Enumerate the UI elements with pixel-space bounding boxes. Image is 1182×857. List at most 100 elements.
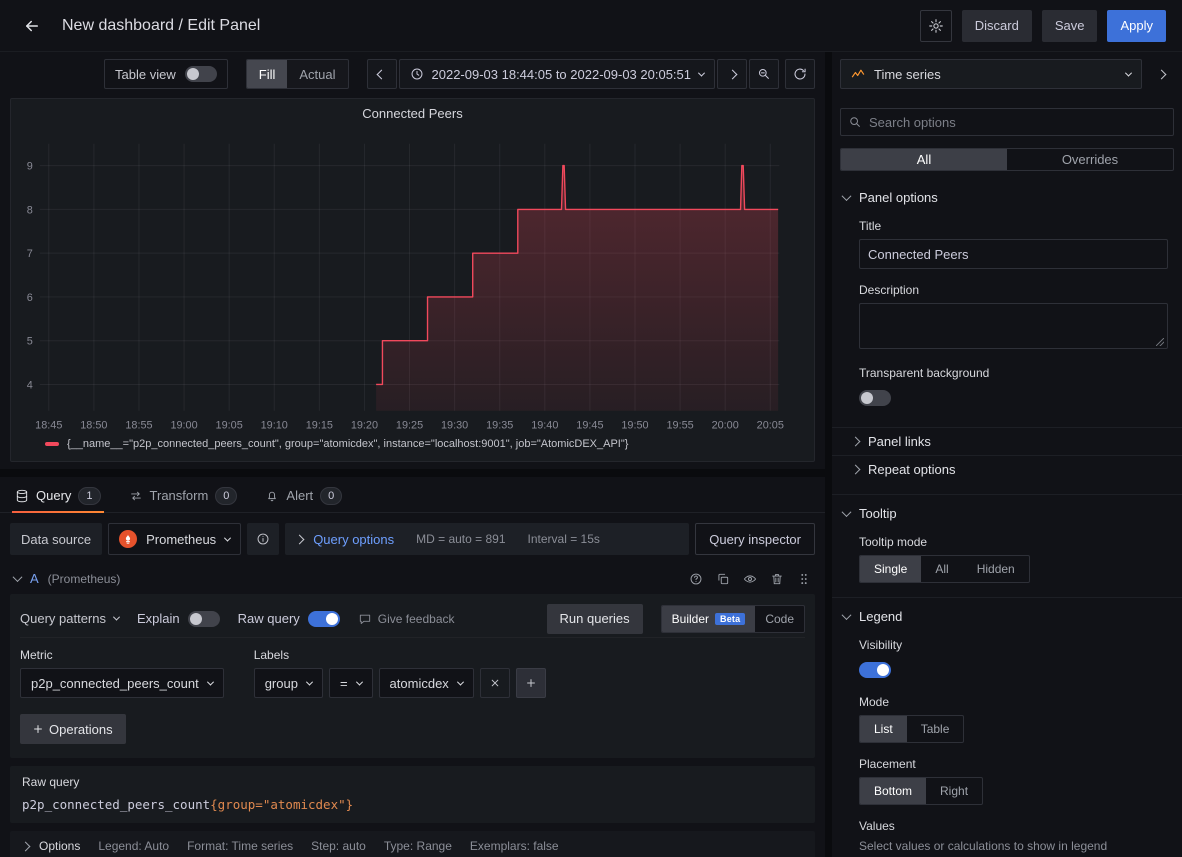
discard-button[interactable]: Discard (962, 10, 1032, 42)
beta-badge: Beta (715, 613, 745, 625)
legend-mode-table[interactable]: Table (907, 716, 964, 742)
data-source-picker[interactable]: Prometheus (108, 523, 241, 555)
apply-button[interactable]: Apply (1107, 10, 1166, 42)
tooltip-mode-hidden[interactable]: Hidden (963, 556, 1029, 582)
add-operations-button[interactable]: Operations (20, 714, 126, 744)
legend-values-label: Values (859, 819, 1168, 833)
query-row-header[interactable]: A (Prometheus) (0, 563, 825, 592)
legend-placement-right[interactable]: Right (926, 778, 982, 804)
panel-links-section-header[interactable]: Panel links (832, 427, 1182, 455)
collapse-options-pane-button[interactable] (1148, 61, 1174, 87)
give-feedback-label: Give feedback (378, 612, 455, 626)
data-source-help-button[interactable] (247, 523, 279, 555)
svg-text:19:55: 19:55 (667, 420, 694, 432)
table-view-toggle[interactable] (185, 66, 217, 82)
tab-alert[interactable]: Alert 0 (262, 479, 345, 512)
builder-option[interactable]: Builder Beta (662, 606, 756, 632)
svg-text:18:55: 18:55 (125, 420, 152, 432)
legend-section-header[interactable]: Legend (832, 603, 1182, 629)
svg-text:19:00: 19:00 (170, 420, 197, 432)
time-shift-back-button[interactable] (367, 59, 397, 89)
panel-resize-handle[interactable] (0, 469, 825, 477)
repeat-options-section-header[interactable]: Repeat options (832, 455, 1182, 483)
tooltip-title: Tooltip (859, 506, 897, 521)
search-icon (848, 115, 862, 129)
help-circle-icon[interactable] (689, 572, 703, 586)
tab-transform-count: 0 (215, 487, 237, 505)
actual-option[interactable]: Actual (287, 60, 347, 88)
visualization-picker[interactable]: Time series (840, 59, 1142, 89)
main-column: Table view Fill Actual 2022-09-03 18:44:… (0, 52, 825, 857)
tab-transform[interactable]: Transform 0 (126, 479, 241, 512)
legend-values-help: Select values or calculations to show in… (859, 839, 1168, 853)
svg-text:6: 6 (27, 292, 33, 304)
time-shift-forward-button[interactable] (717, 59, 747, 89)
clock-icon (410, 67, 424, 81)
metric-label: Metric (20, 648, 224, 662)
options-legend-summary: Legend: Auto (98, 839, 169, 853)
svg-text:18:45: 18:45 (35, 420, 62, 432)
panel-title-input[interactable] (859, 239, 1168, 269)
tooltip-mode-all[interactable]: All (921, 556, 962, 582)
header-actions: Discard Save Apply (920, 10, 1166, 42)
timeseries-chart[interactable]: 45678918:4518:5018:5519:0019:0519:1019:1… (19, 124, 806, 436)
trash-icon[interactable] (770, 572, 784, 586)
refresh-icon (793, 67, 807, 81)
back-button[interactable] (16, 10, 48, 42)
run-queries-button[interactable]: Run queries (547, 604, 643, 634)
tooltip-mode-single[interactable]: Single (860, 556, 921, 582)
tooltip-section-header[interactable]: Tooltip (832, 500, 1182, 526)
label-name-select[interactable]: group (254, 668, 323, 698)
add-label-button[interactable] (516, 668, 546, 698)
label-operator-select[interactable]: = (329, 668, 373, 698)
query-options-expander[interactable]: Query options MD = auto = 891 Interval =… (285, 523, 689, 555)
query-inspector-button[interactable]: Query inspector (695, 523, 815, 555)
chevron-down-icon (224, 534, 231, 541)
search-options-input[interactable] (840, 108, 1174, 136)
eye-icon[interactable] (743, 572, 757, 586)
metric-select[interactable]: p2p_connected_peers_count (20, 668, 224, 698)
tooltip-mode-label: Tooltip mode (859, 535, 1168, 549)
code-option[interactable]: Code (755, 606, 804, 632)
query-editor-toolbar: Query patterns Explain Raw query Give fe… (20, 600, 805, 638)
panel-options-section-header[interactable]: Panel options (832, 185, 1182, 211)
raw-query-toggle[interactable] (308, 611, 340, 627)
legend-mode-list[interactable]: List (860, 716, 907, 742)
label-value-select[interactable]: atomicdex (379, 668, 474, 698)
fill-option[interactable]: Fill (247, 60, 288, 88)
zoom-out-time-button[interactable] (749, 59, 779, 89)
options-filter-tabs: All Overrides (840, 148, 1174, 171)
chevron-down-icon (842, 191, 852, 201)
transparent-background-toggle[interactable] (859, 390, 891, 406)
chevron-down-icon (457, 678, 464, 685)
refresh-button[interactable] (785, 59, 815, 89)
copy-icon[interactable] (716, 572, 730, 586)
filter-overrides-tab[interactable]: Overrides (1007, 149, 1173, 170)
remove-label-button[interactable] (480, 668, 510, 698)
metric-labels-row: Metric p2p_connected_peers_count Labels … (20, 648, 805, 698)
legend-visibility-toggle[interactable] (859, 662, 891, 678)
time-range-button[interactable]: 2022-09-03 18:44:05 to 2022-09-03 20:05:… (399, 59, 716, 89)
legend-series-label[interactable]: {__name__="p2p_connected_peers_count", g… (67, 438, 628, 450)
svg-text:4: 4 (27, 379, 33, 391)
tab-query[interactable]: Query 1 (12, 479, 104, 512)
save-button[interactable]: Save (1042, 10, 1098, 42)
explain-toggle[interactable] (188, 611, 220, 627)
fill-actual-group: Fill Actual (246, 59, 349, 89)
give-feedback-link[interactable]: Give feedback (358, 612, 455, 626)
legend-placement-bottom[interactable]: Bottom (860, 778, 926, 804)
label-filter-row: group = atomicdex (254, 668, 546, 698)
chevron-right-icon (295, 534, 305, 544)
tooltip-mode-group: Single All Hidden (859, 555, 1030, 583)
svg-text:20:00: 20:00 (712, 420, 739, 432)
raw-query-field: Raw query (238, 611, 340, 627)
options-exemplars-summary: Exemplars: false (470, 839, 559, 853)
query-options-footer[interactable]: Options Legend: Auto Format: Time series… (10, 831, 815, 857)
table-view-label: Table view (115, 67, 176, 82)
drag-handle-icon[interactable] (797, 572, 811, 586)
query-patterns-button[interactable]: Query patterns (20, 611, 119, 626)
sidebar-resize-handle[interactable] (825, 52, 832, 857)
panel-settings-button[interactable] (920, 10, 952, 42)
filter-all-tab[interactable]: All (841, 149, 1007, 170)
panel-description-input[interactable] (859, 303, 1168, 349)
